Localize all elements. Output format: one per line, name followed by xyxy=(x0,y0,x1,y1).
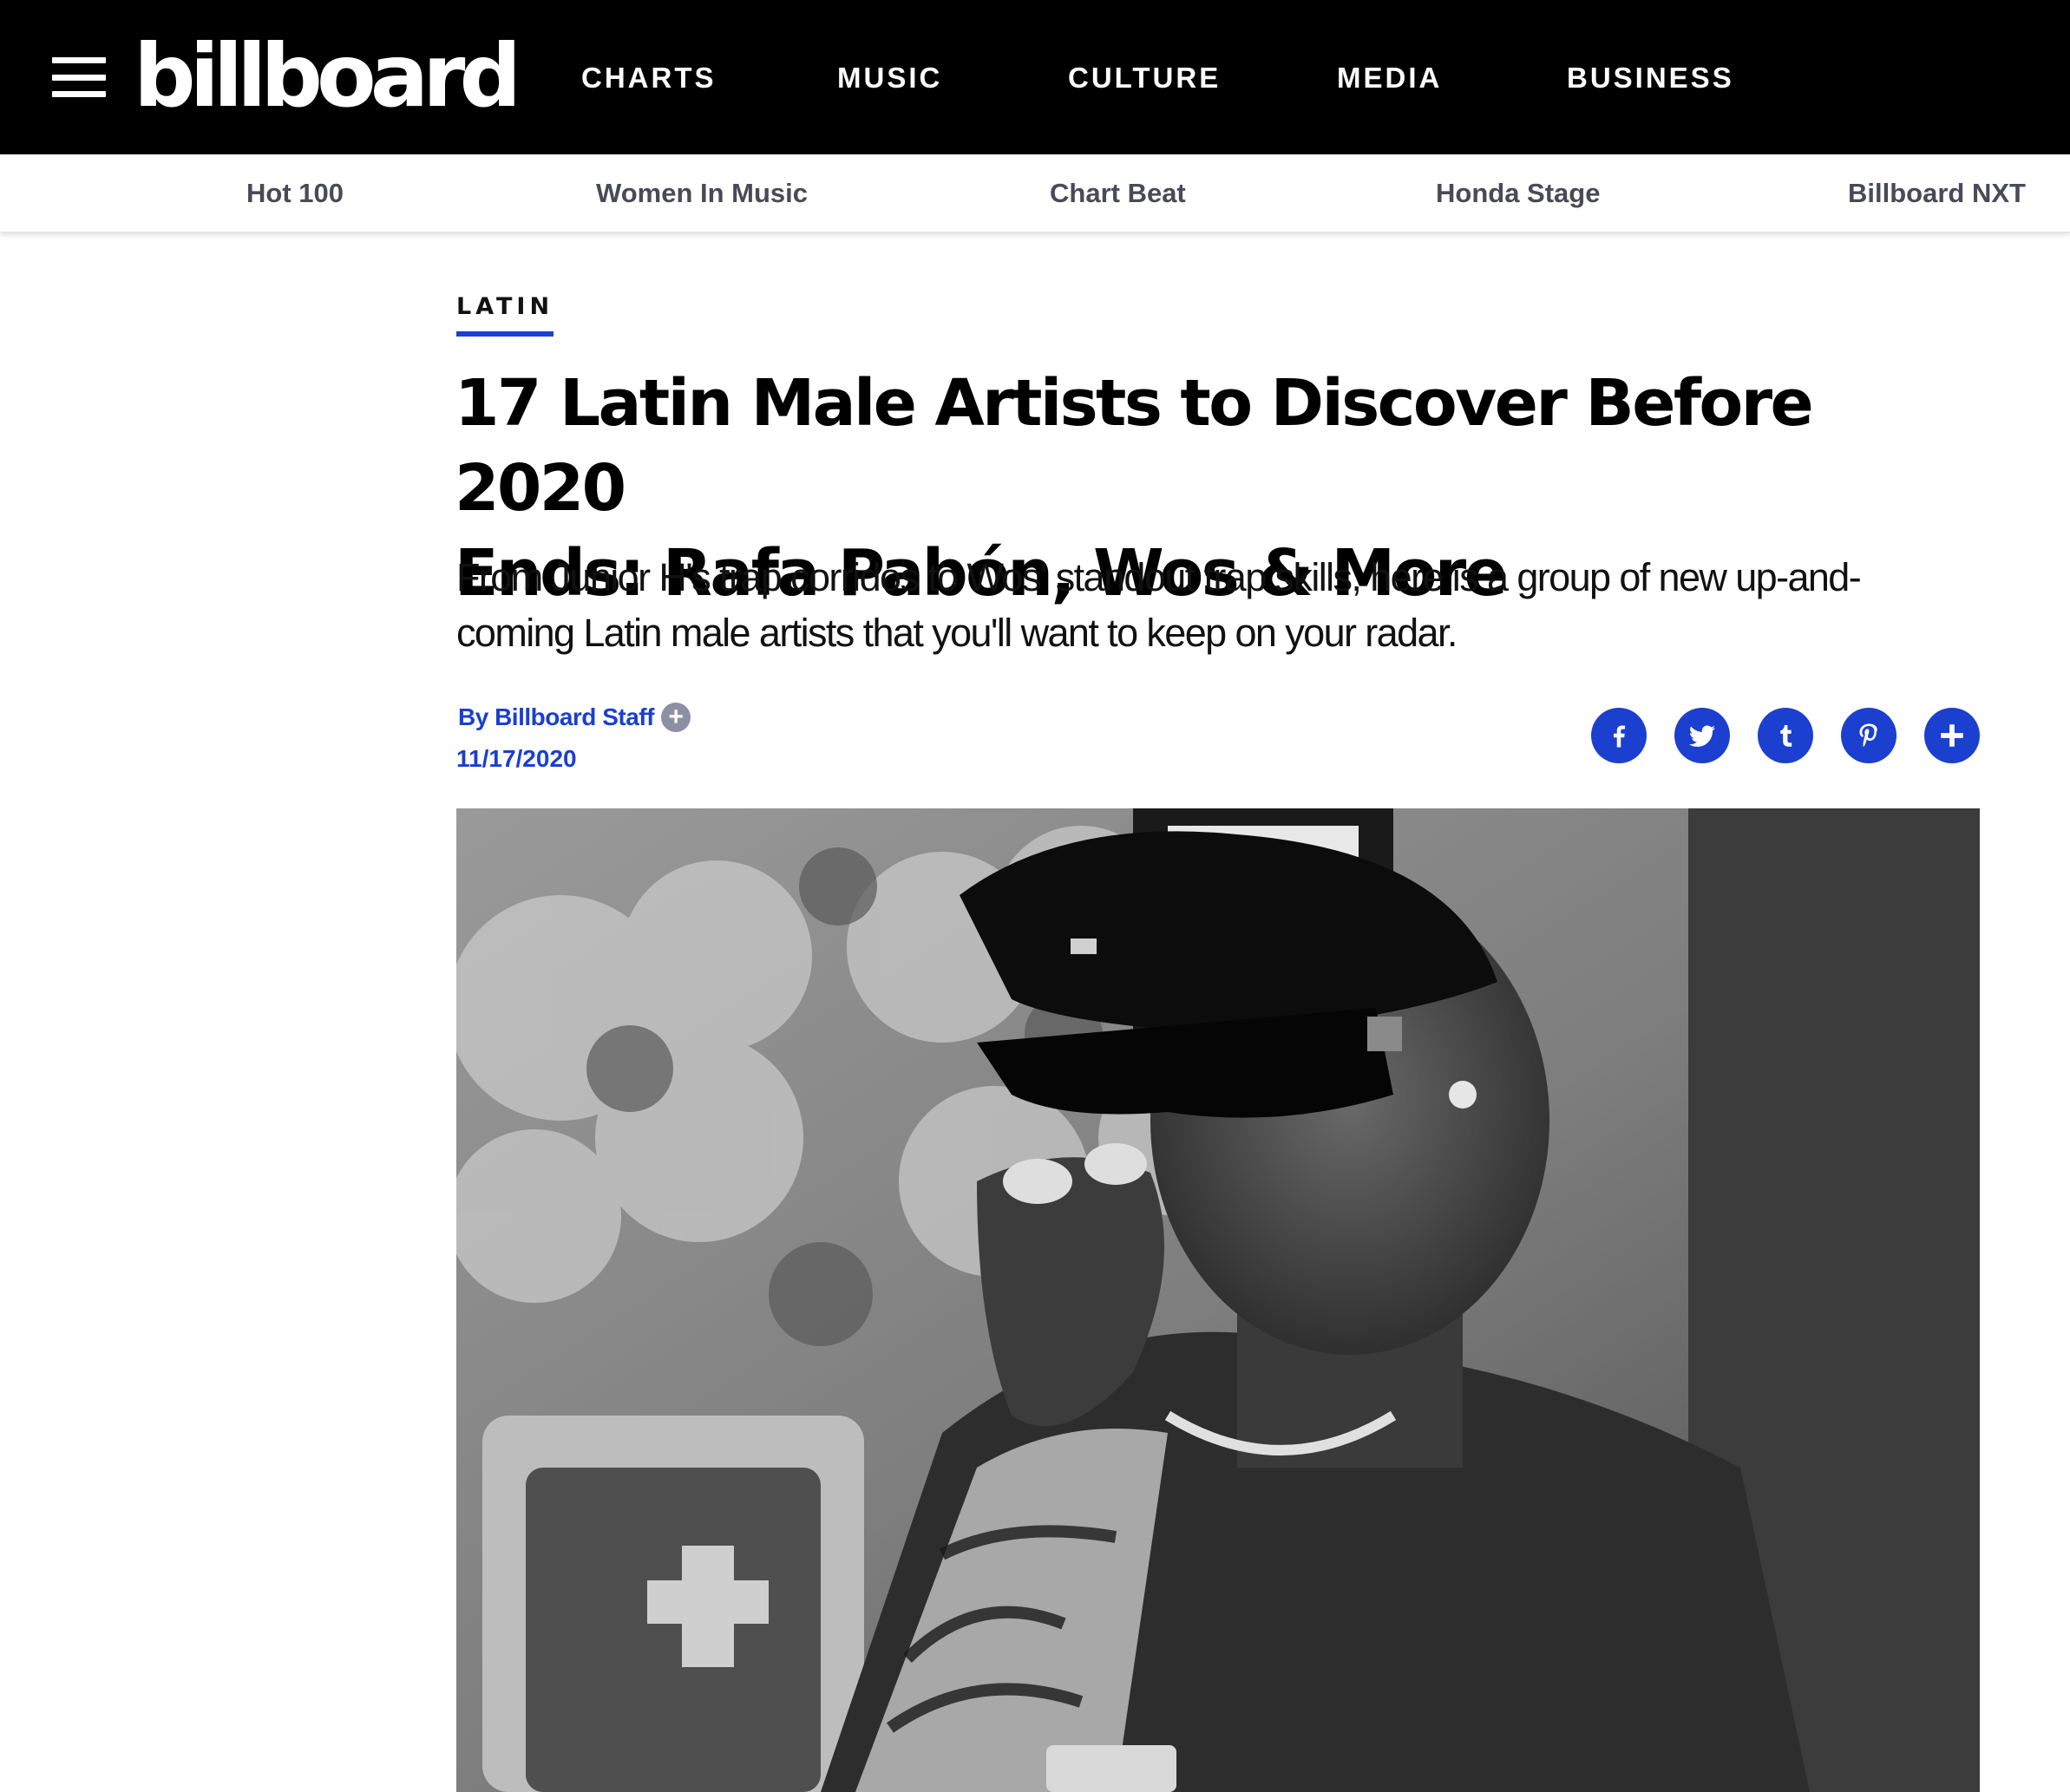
share-facebook-button[interactable] xyxy=(1591,708,1647,763)
subnav-item-chart-beat[interactable]: Chart Beat xyxy=(1050,175,1186,212)
nav-item-music[interactable]: MUSIC xyxy=(837,61,942,95)
twitter-icon xyxy=(1689,725,1715,747)
dek-line-1: From Junior H's trap corridos to Wos' st… xyxy=(456,555,1862,599)
secondary-navigation: Hot 100 Women In Music Chart Beat Honda … xyxy=(0,154,2070,232)
headline-line-1: 17 Latin Male Artists to Discover Before… xyxy=(455,366,1814,526)
nav-item-charts[interactable]: CHARTS xyxy=(581,61,717,95)
nav-item-culture[interactable]: CULTURE xyxy=(1068,61,1221,95)
share-pinterest-button[interactable] xyxy=(1841,708,1896,763)
subnav-item-hot-100[interactable]: Hot 100 xyxy=(246,175,344,212)
artist-portrait-photo xyxy=(456,808,1980,1792)
byline: By Billboard Staff + xyxy=(458,701,691,734)
tumblr-icon xyxy=(1780,724,1792,747)
hero-image xyxy=(456,808,1980,1792)
author-link[interactable]: By Billboard Staff xyxy=(458,701,654,734)
subnav-item-honda-stage[interactable]: Honda Stage xyxy=(1436,175,1600,212)
share-twitter-button[interactable] xyxy=(1674,708,1730,763)
subnav-item-billboard-nxt[interactable]: Billboard NXT xyxy=(1848,175,2026,212)
subnav-item-women-in-music[interactable]: Women In Music xyxy=(596,175,808,212)
pinterest-icon xyxy=(1859,723,1877,748)
share-more-button[interactable] xyxy=(1924,708,1980,763)
share-tumblr-button[interactable] xyxy=(1758,708,1813,763)
nav-item-business[interactable]: BUSINESS xyxy=(1567,61,1734,95)
top-navigation-bar: billboard CHARTS MUSIC CULTURE MEDIA BUS… xyxy=(0,0,2070,154)
publish-date: 11/17/2020 xyxy=(456,745,577,772)
article-dek: From Junior H's trap corridos to Wos' st… xyxy=(456,550,1983,661)
nav-item-media[interactable]: MEDIA xyxy=(1337,61,1442,95)
facebook-icon xyxy=(1614,725,1626,748)
author-more-plus-icon[interactable]: + xyxy=(660,703,691,732)
category-tag[interactable]: LATIN xyxy=(456,291,554,337)
dek-line-2: coming Latin male artists that you'll wa… xyxy=(456,611,1458,655)
plus-icon xyxy=(1941,724,1963,747)
billboard-logo[interactable]: billboard xyxy=(134,24,521,128)
hamburger-menu-icon[interactable] xyxy=(52,57,106,97)
